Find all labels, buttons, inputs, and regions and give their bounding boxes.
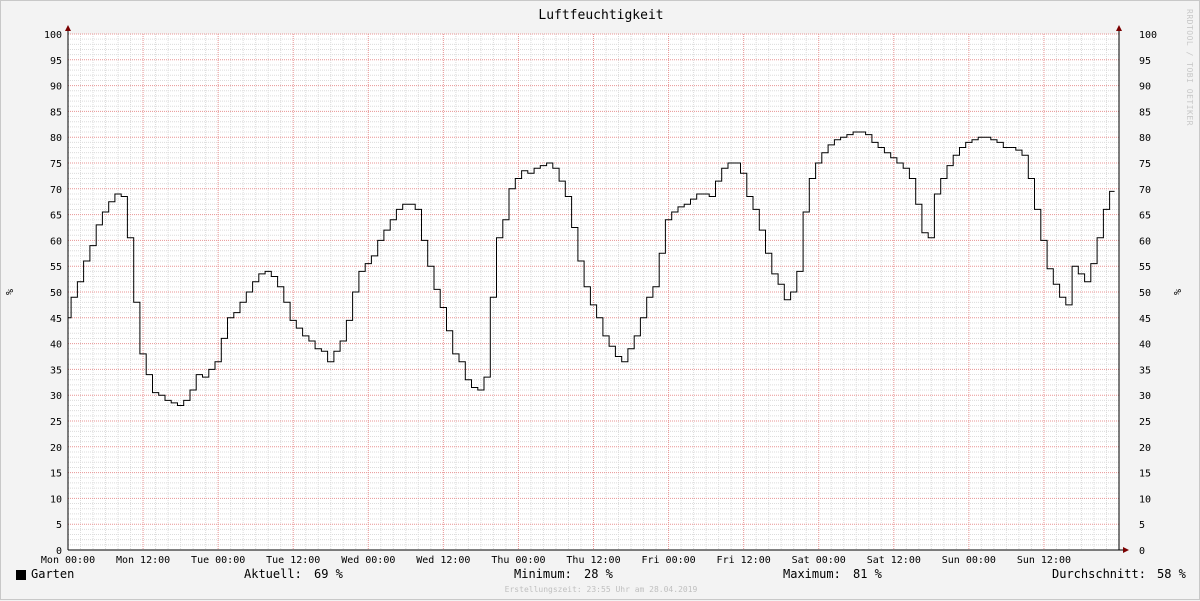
y-tick-label-right: 55 [1139,262,1151,273]
x-tick-label: Mon 00:00 [41,555,95,566]
y-tick-label: 25 [50,417,62,428]
x-tick-label: Thu 00:00 [491,555,545,566]
y-tick-label: 60 [50,236,62,247]
y-tick-label-right: 80 [1139,133,1151,144]
legend-minimum-label: Minimum: [514,567,572,581]
x-tick-label: Mon 12:00 [116,555,170,566]
legend-aktuell-value: 69 % [314,567,343,581]
y-axis-label-right: % [1173,289,1184,295]
y-tick-label: 90 [50,82,62,93]
y-tick-label: 10 [50,494,62,505]
x-tick-label: Fri 00:00 [641,555,695,566]
x-axis-arrow [1123,547,1129,553]
y-tick-label-right: 65 [1139,211,1151,222]
y-tick-label-right: 95 [1139,56,1151,67]
legend-maximum-label: Maximum: [783,567,841,581]
y-tick-label-right: 45 [1139,314,1151,325]
y-tick-label: 70 [50,185,62,196]
y-tick-label: 20 [50,443,62,454]
x-tick-labels: Mon 00:00 Mon 12:00 Tue 00:00 Tue 12:00 Wed … [41,555,1071,566]
y-tick-label-right: 40 [1139,340,1151,351]
y-tick-label: 55 [50,262,62,273]
y-axis-left-arrow [65,25,71,31]
legend-swatch-garten [16,570,26,580]
y-tick-label: 5 [56,520,62,531]
y-tick-labels-left: 0510152025303540455055606570758085909510… [44,30,62,557]
x-tick-label: Sat 12:00 [867,555,921,566]
y-tick-label: 65 [50,211,62,222]
y-tick-label: 15 [50,469,62,480]
chart-title: Luftfeuchtigkeit [538,8,663,23]
y-tick-label-right: 0 [1139,546,1145,557]
y-tick-label: 45 [50,314,62,325]
x-tick-label: Fri 12:00 [717,555,771,566]
y-tick-label-right: 75 [1139,159,1151,170]
y-tick-label-right: 70 [1139,185,1151,196]
footer-timestamp: Erstellungszeit: 23:55 Uhr am 28.04.2019 [504,585,698,594]
legend-durchschnitt-value: 58 % [1157,567,1186,581]
y-tick-label: 35 [50,365,62,376]
y-tick-label: 50 [50,288,62,299]
x-tick-label: Wed 12:00 [416,555,470,566]
y-tick-label: 80 [50,133,62,144]
chart-svg: Luftfeuchtigkeit 0 5 10 15 20 25 30 35 40 45 50 55 6… [5,8,1184,566]
y-tick-label-right: 90 [1139,82,1151,93]
y-tick-label-right: 30 [1139,391,1151,402]
x-tick-label: Tue 12:00 [266,555,320,566]
y-tick-label: 85 [50,107,62,118]
y-tick-label-right: 5 [1139,520,1145,531]
legend-row: Garten Aktuell: 69 % Minimum: 28 % Maxim… [1,567,1200,587]
x-tick-label: Sun 00:00 [942,555,996,566]
y-tick-label: 40 [50,340,62,351]
y-tick-label-right: 35 [1139,365,1151,376]
legend-aktuell-label: Aktuell: [244,567,302,581]
y-tick-label: 100 [44,30,62,41]
legend-durchschnitt-label: Durchschnitt: [1052,567,1146,581]
y-tick-label-right: 60 [1139,236,1151,247]
chart-frame: Luftfeuchtigkeit 0 5 10 15 20 25 30 35 40 45 50 55 6… [0,0,1200,600]
x-tick-label: Tue 00:00 [191,555,245,566]
y-axis-label-left: % [5,289,16,295]
y-tick-labels-right: 0 5 10 15 20 25 30 35 40 45 50 55 60 65 70 75 80 85 90 95 10… [1139,30,1157,557]
x-tick-label: Sun 12:00 [1017,555,1071,566]
y-tick-label-right: 85 [1139,107,1151,118]
y-tick-label-right: 25 [1139,417,1151,428]
legend-series-name: Garten [31,567,75,581]
x-tick-label: Wed 00:00 [341,555,395,566]
y-tick-label: 95 [50,56,62,67]
x-tick-label: Sat 00:00 [792,555,846,566]
side-credit: RRDTOOL / TOBI OETIKER [1185,9,1194,126]
legend-minimum-value: 28 % [584,567,613,581]
y-tick-label-right: 20 [1139,443,1151,454]
legend-maximum-value: 81 % [853,567,882,581]
y-tick-label-right: 50 [1139,288,1151,299]
y-tick-label-right: 100 [1139,30,1157,41]
y-tick-label-right: 15 [1139,469,1151,480]
y-tick-label: 30 [50,391,62,402]
y-tick-label: 75 [50,159,62,170]
y-tick-label-right: 10 [1139,494,1151,505]
x-tick-label: Thu 12:00 [566,555,620,566]
y-axis-right-arrow [1116,25,1122,31]
